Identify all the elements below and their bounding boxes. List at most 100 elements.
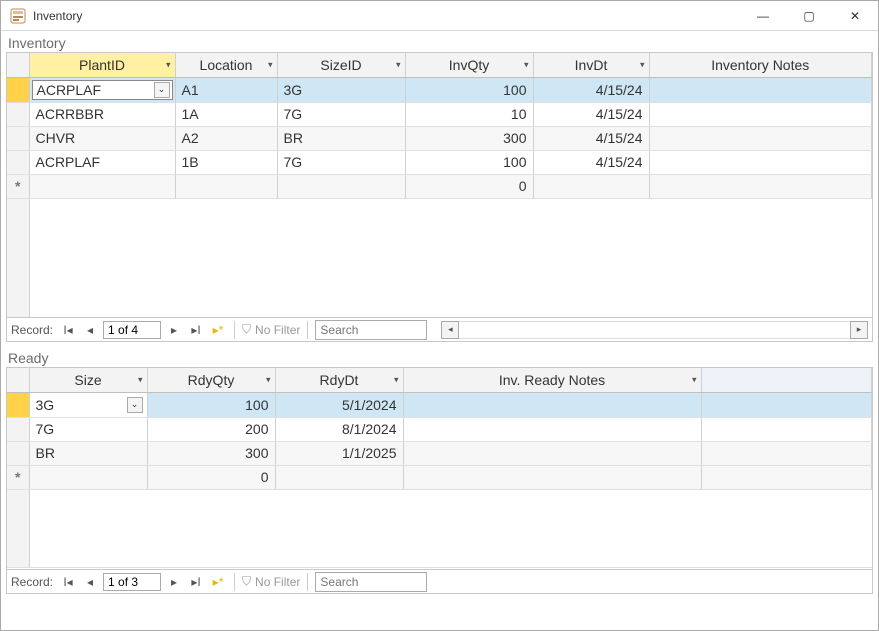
row-selector[interactable] (7, 102, 29, 126)
cell-location[interactable]: A1 (175, 77, 277, 102)
combo-dropdown-icon[interactable]: ⌄ (154, 82, 170, 98)
row-selector[interactable] (7, 392, 29, 417)
cell-rdyqty[interactable]: 0 (147, 465, 275, 489)
close-button[interactable]: ✕ (832, 1, 878, 31)
cell-notes[interactable] (649, 126, 872, 150)
cell-size[interactable]: 7G (29, 417, 147, 441)
combo-value[interactable]: 3G (36, 397, 125, 413)
filter-indicator[interactable]: ⛉ No Filter (242, 322, 300, 337)
cell-plantid[interactable]: ACRPLAF (29, 150, 175, 174)
cell-invdt[interactable] (533, 174, 649, 198)
nav-last-button[interactable]: ▸I (187, 573, 205, 591)
cell-notes[interactable] (649, 102, 872, 126)
column-filter-icon[interactable]: ▾ (266, 374, 271, 385)
cell-invqty[interactable]: 10 (405, 102, 533, 126)
column-filter-icon[interactable]: ▾ (394, 374, 399, 385)
record-position-input[interactable] (103, 573, 161, 591)
cell-invdt[interactable]: 4/15/24 (533, 126, 649, 150)
nav-first-button[interactable]: I◂ (59, 573, 77, 591)
cell-plantid[interactable] (29, 174, 175, 198)
cell-invqty[interactable]: 100 (405, 150, 533, 174)
cell-sizeid[interactable] (277, 174, 405, 198)
cell-size[interactable] (29, 465, 147, 489)
column-header-notes[interactable]: Inventory Notes (649, 53, 872, 77)
cell-size[interactable]: BR (29, 441, 147, 465)
column-filter-icon[interactable]: ▾ (166, 59, 171, 70)
nav-first-button[interactable]: I◂ (59, 321, 77, 339)
cell-sizeid[interactable]: 7G (277, 102, 405, 126)
column-filter-icon[interactable]: ▾ (640, 59, 645, 70)
table-row[interactable]: CHVR A2 BR 300 4/15/24 (7, 126, 872, 150)
maximize-button[interactable]: ▢ (786, 1, 832, 31)
search-input[interactable] (316, 321, 426, 339)
table-row[interactable]: ACRPLAF 1B 7G 100 4/15/24 (7, 150, 872, 174)
cell-notes[interactable] (649, 77, 872, 102)
nav-last-button[interactable]: ▸I (187, 321, 205, 339)
cell-readynotes[interactable] (403, 465, 701, 489)
nav-prev-button[interactable]: ◂ (81, 321, 99, 339)
cell-location[interactable]: 1A (175, 102, 277, 126)
cell-rdyqty[interactable]: 300 (147, 441, 275, 465)
new-record-row[interactable]: * 0 (7, 465, 872, 489)
cell-invqty[interactable]: 300 (405, 126, 533, 150)
table-row[interactable]: ACRRBBR 1A 7G 10 4/15/24 (7, 102, 872, 126)
column-filter-icon[interactable]: ▾ (692, 374, 697, 385)
cell-rdydt[interactable]: 1/1/2025 (275, 441, 403, 465)
row-selector[interactable] (7, 77, 29, 102)
cell-size[interactable]: 3G ⌄ (29, 392, 147, 417)
nav-prev-button[interactable]: ◂ (81, 573, 99, 591)
column-header-sizeid[interactable]: SizeID ▾ (277, 53, 405, 77)
column-header-invqty[interactable]: InvQty ▾ (405, 53, 533, 77)
column-filter-icon[interactable]: ▾ (524, 59, 529, 70)
scroll-left-button[interactable]: ◂ (441, 321, 459, 339)
cell-location[interactable]: 1B (175, 150, 277, 174)
table-row[interactable]: 3G ⌄ 100 5/1/2024 (7, 392, 872, 417)
row-selector[interactable] (7, 150, 29, 174)
column-header-rdydt[interactable]: RdyDt ▾ (275, 368, 403, 392)
cell-notes[interactable] (649, 150, 872, 174)
nav-new-button[interactable]: ▸* (209, 573, 227, 591)
horizontal-scrollbar[interactable] (459, 321, 850, 339)
search-input[interactable] (316, 573, 426, 591)
column-filter-icon[interactable]: ▾ (138, 374, 143, 385)
column-header-invdt[interactable]: InvDt ▾ (533, 53, 649, 77)
column-header-plantid[interactable]: PlantID ▾ (29, 53, 175, 77)
column-header-size[interactable]: Size ▾ (29, 368, 147, 392)
cell-rdydt[interactable] (275, 465, 403, 489)
combo-dropdown-icon[interactable]: ⌄ (127, 397, 143, 413)
column-header-location[interactable]: Location ▾ (175, 53, 277, 77)
cell-location[interactable]: A2 (175, 126, 277, 150)
cell-sizeid[interactable]: 7G (277, 150, 405, 174)
row-selector[interactable] (7, 441, 29, 465)
cell-plantid[interactable]: ACRRBBR (29, 102, 175, 126)
select-all-corner[interactable] (7, 53, 29, 77)
cell-invdt[interactable]: 4/15/24 (533, 102, 649, 126)
cell-readynotes[interactable] (403, 392, 701, 417)
cell-rdydt[interactable]: 5/1/2024 (275, 392, 403, 417)
cell-plantid[interactable]: ACRPLAF ⌄ (29, 77, 175, 102)
row-selector[interactable] (7, 417, 29, 441)
cell-rdyqty[interactable]: 200 (147, 417, 275, 441)
nav-new-button[interactable]: ▸* (209, 321, 227, 339)
cell-invdt[interactable]: 4/15/24 (533, 77, 649, 102)
cell-sizeid[interactable]: BR (277, 126, 405, 150)
minimize-button[interactable]: — (740, 1, 786, 31)
cell-invqty[interactable]: 0 (405, 174, 533, 198)
table-row[interactable]: ACRPLAF ⌄ A1 3G 100 4/15/24 (7, 77, 872, 102)
cell-invqty[interactable]: 100 (405, 77, 533, 102)
cell-notes[interactable] (649, 174, 872, 198)
filter-indicator[interactable]: ⛉ No Filter (242, 574, 300, 589)
column-filter-icon[interactable]: ▾ (268, 59, 273, 70)
combo-value[interactable]: ACRPLAF (37, 82, 152, 98)
table-row[interactable]: BR 300 1/1/2025 (7, 441, 872, 465)
cell-sizeid[interactable]: 3G (277, 77, 405, 102)
select-all-corner[interactable] (7, 368, 29, 392)
nav-next-button[interactable]: ▸ (165, 321, 183, 339)
record-position-input[interactable] (103, 321, 161, 339)
cell-location[interactable] (175, 174, 277, 198)
new-record-row[interactable]: * 0 (7, 174, 872, 198)
ready-table[interactable]: Size ▾ RdyQty ▾ RdyDt ▾ Inv. Ready Notes… (7, 368, 872, 568)
cell-rdydt[interactable]: 8/1/2024 (275, 417, 403, 441)
cell-rdyqty[interactable]: 100 (147, 392, 275, 417)
cell-readynotes[interactable] (403, 441, 701, 465)
